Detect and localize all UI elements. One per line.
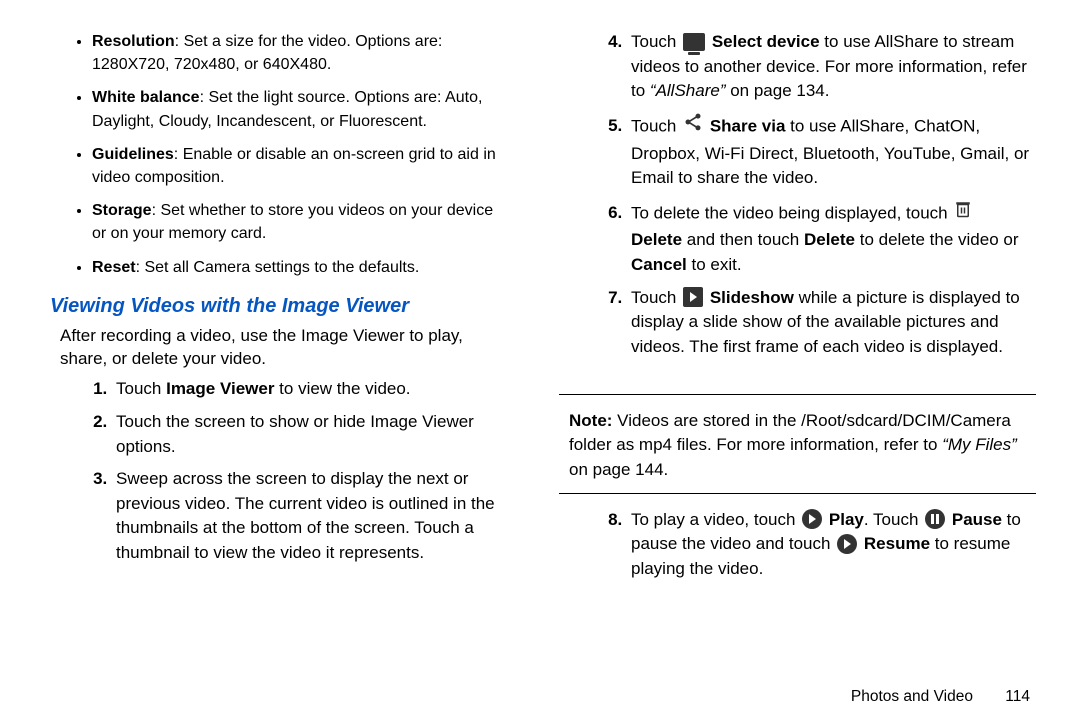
intro-text: After recording a video, use the Image V… (60, 324, 505, 372)
settings-bullet-list: Resolution: Set a size for the video. Op… (40, 30, 525, 289)
step-6: To delete the video being displayed, tou… (627, 199, 1040, 278)
play-icon (802, 509, 822, 529)
bullet-storage: Storage: Set whether to store you videos… (92, 199, 525, 245)
select-device-icon (683, 33, 705, 51)
divider-top (559, 394, 1036, 395)
resume-icon (837, 534, 857, 554)
steps-right: Touch Select device to use AllShare to s… (555, 30, 1040, 368)
divider-bottom (559, 493, 1036, 494)
right-column: Touch Select device to use AllShare to s… (555, 30, 1040, 700)
bullet-guidelines: Guidelines: Enable or disable an on-scre… (92, 143, 525, 189)
step-3: Sweep across the screen to display the n… (112, 467, 525, 566)
manual-page: Resolution: Set a size for the video. Op… (0, 0, 1080, 720)
step-1: Touch Image Viewer to view the video. (112, 377, 525, 402)
steps-right-2: To play a video, touch Play. Touch Pause… (555, 508, 1040, 590)
left-column: Resolution: Set a size for the video. Op… (40, 30, 525, 700)
bullet-reset: Reset: Set all Camera settings to the de… (92, 256, 525, 279)
step-5: Touch Share via to use AllShare, ChatON,… (627, 112, 1040, 191)
page-footer: Photos and Video 114 (851, 688, 1030, 706)
footer-section: Photos and Video (851, 688, 973, 705)
step-2: Touch the screen to show or hide Image V… (112, 410, 525, 459)
section-heading: Viewing Videos with the Image Viewer (50, 295, 525, 318)
bullet-resolution: Resolution: Set a size for the video. Op… (92, 30, 525, 76)
steps-left: Touch Image Viewer to view the video. To… (40, 377, 525, 573)
delete-icon (954, 199, 972, 227)
pause-icon (925, 509, 945, 529)
share-icon (683, 112, 703, 140)
step-7: Touch Slideshow while a picture is displ… (627, 286, 1040, 360)
note-block: Note: Videos are stored in the /Root/sdc… (569, 409, 1030, 483)
bullet-white-balance: White balance: Set the light source. Opt… (92, 86, 525, 132)
slideshow-icon (683, 287, 703, 307)
step-4: Touch Select device to use AllShare to s… (627, 30, 1040, 104)
footer-page-number: 114 (1005, 688, 1030, 705)
step-8: To play a video, touch Play. Touch Pause… (627, 508, 1040, 582)
